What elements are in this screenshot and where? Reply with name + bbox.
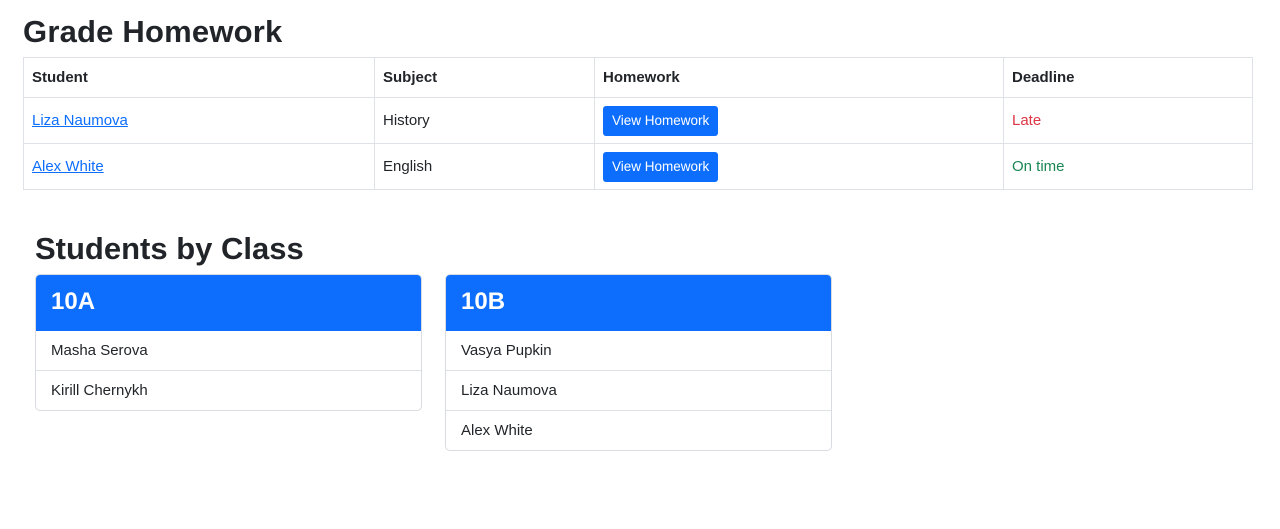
student-cell: Alex White bbox=[23, 143, 375, 190]
view-homework-button[interactable]: View Homework bbox=[603, 151, 719, 182]
list-item: Liza Naumova bbox=[446, 370, 831, 410]
homework-cell: View Homework bbox=[594, 143, 1004, 190]
page: Grade Homework Student Subject Homework … bbox=[0, 0, 1280, 529]
list-item: Masha Serova bbox=[51, 342, 148, 359]
student-link[interactable]: Liza Naumova bbox=[32, 112, 128, 129]
student-cell: Liza Naumova bbox=[23, 97, 375, 144]
list-item: Alex White bbox=[446, 410, 831, 450]
class-card-header: 10A bbox=[36, 275, 421, 331]
class-card-10a: 10A Masha Serova Kirill Chernykh bbox=[35, 274, 422, 411]
list-item: Vasya Pupkin bbox=[461, 342, 552, 359]
subject-cell: History bbox=[374, 97, 595, 144]
section-title: Students by Class bbox=[35, 231, 304, 266]
deadline-status: On time bbox=[1003, 143, 1253, 190]
homework-table: Student Subject Homework Deadline Liza N… bbox=[23, 57, 1253, 190]
subject-cell: English bbox=[374, 143, 595, 190]
deadline-status: Late bbox=[1003, 97, 1253, 144]
class-card-10b: 10B Vasya Pupkin Liza Naumova Alex White bbox=[445, 274, 832, 451]
view-homework-button[interactable]: View Homework bbox=[603, 105, 719, 136]
page-title: Grade Homework bbox=[23, 14, 283, 49]
student-list: Vasya Pupkin Liza Naumova Alex White bbox=[446, 331, 831, 450]
student-list: Masha Serova Kirill Chernykh bbox=[36, 331, 421, 410]
student-link[interactable]: Alex White bbox=[32, 158, 104, 175]
header-subject: Subject bbox=[374, 57, 595, 98]
table-row: Liza Naumova History View Homework Late bbox=[23, 97, 1253, 144]
table-row: Alex White English View Homework On time bbox=[23, 143, 1253, 190]
homework-cell: View Homework bbox=[594, 97, 1004, 144]
header-deadline: Deadline bbox=[1003, 57, 1253, 98]
class-card-header: 10B bbox=[446, 275, 831, 331]
list-item: Kirill Chernykh bbox=[36, 370, 421, 410]
header-homework: Homework bbox=[594, 57, 1004, 98]
header-student: Student bbox=[23, 57, 375, 98]
table-header-row: Student Subject Homework Deadline bbox=[23, 57, 1253, 98]
